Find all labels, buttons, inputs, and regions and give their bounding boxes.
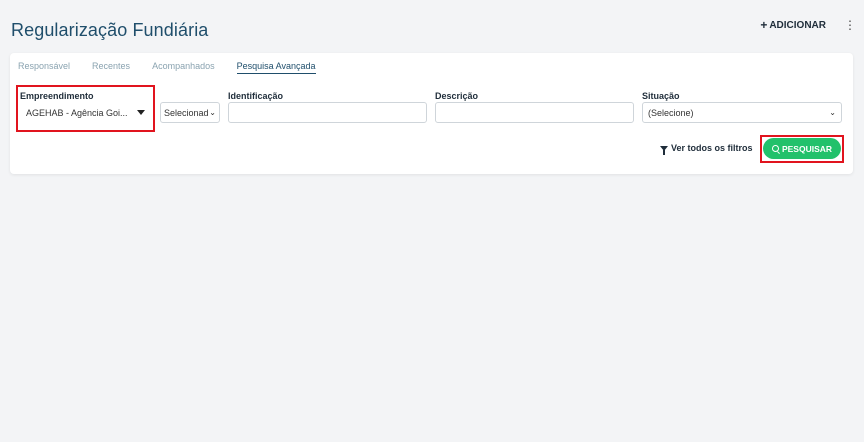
view-all-filters-label: Ver todos os filtros	[671, 143, 753, 153]
secondary-select-value: Selecionado	[164, 107, 208, 118]
tab-recentes[interactable]: Recentes	[92, 61, 130, 74]
plus-icon: +	[760, 18, 768, 32]
descricao-label: Descrição	[435, 91, 479, 101]
tab-responsavel[interactable]: Responsável	[18, 61, 70, 74]
top-actions: + ADICIONAR ⋮	[760, 18, 856, 32]
chevron-down-icon: ⌄	[209, 107, 216, 117]
secondary-select[interactable]: Selecionado ⌄	[160, 102, 220, 123]
tab-pesquisa-avancada[interactable]: Pesquisa Avançada	[236, 61, 316, 74]
filter-icon	[660, 145, 668, 155]
situacao-value: (Selecione)	[648, 107, 694, 118]
add-button[interactable]: + ADICIONAR	[760, 18, 826, 32]
tab-acompanhados[interactable]: Acompanhados	[152, 61, 215, 74]
identificacao-label: Identificação	[228, 91, 284, 101]
situacao-label: Situação	[642, 91, 680, 101]
tab-bar: Responsável Recentes Acompanhados Pesqui…	[18, 61, 338, 74]
identificacao-input[interactable]	[228, 102, 427, 123]
more-options-icon[interactable]: ⋮	[844, 19, 856, 31]
view-all-filters-link[interactable]: Ver todos os filtros	[660, 143, 753, 155]
situacao-select[interactable]: (Selecione) ⌄	[642, 102, 842, 123]
empreendimento-highlight	[16, 85, 155, 132]
page-title: Regularização Fundiária	[11, 20, 209, 40]
descricao-input[interactable]	[435, 102, 634, 123]
search-button-highlight	[760, 135, 844, 163]
add-button-label: ADICIONAR	[769, 19, 826, 31]
search-card: Responsável Recentes Acompanhados Pesqui…	[10, 53, 853, 174]
chevron-down-icon: ⌄	[829, 107, 836, 117]
